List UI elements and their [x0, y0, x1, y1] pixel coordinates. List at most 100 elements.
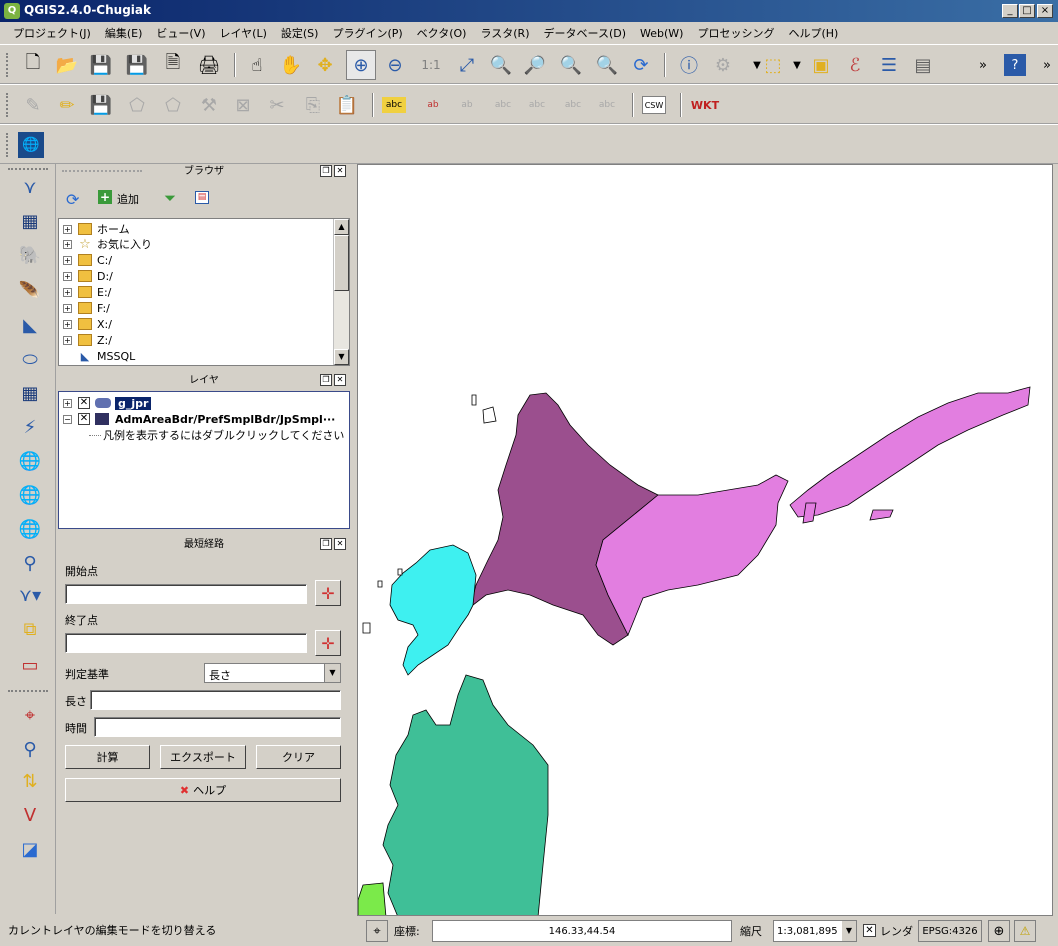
- browser-item[interactable]: ◣ MSSQL: [78, 348, 135, 364]
- menu-edit[interactable]: 編集(E): [98, 25, 150, 41]
- zoom-actual-icon[interactable]: 1:1: [416, 50, 446, 80]
- paste-features-icon[interactable]: 📋: [332, 90, 362, 120]
- menu-view[interactable]: ビュー(V): [149, 25, 212, 41]
- label-rotate-icon[interactable]: abc: [522, 90, 552, 120]
- menu-settings[interactable]: 設定(S): [274, 25, 326, 41]
- add-delimited-text-layer-icon[interactable]: ⚲: [12, 548, 48, 578]
- browser-item[interactable]: + F:/: [63, 300, 110, 316]
- pan-icon[interactable]: ✋: [276, 50, 306, 80]
- expand-icon[interactable]: +: [63, 398, 72, 408]
- heatmap-icon[interactable]: V: [12, 800, 48, 830]
- menu-project[interactable]: プロジェクト(J): [6, 25, 98, 41]
- add-spatialite-layer-icon[interactable]: 🪶: [12, 276, 48, 306]
- layer-visibility-checkbox[interactable]: ✕: [78, 413, 90, 425]
- close-panel-icon[interactable]: ✕: [334, 374, 346, 386]
- toggle-editing-icon[interactable]: ✏: [52, 90, 82, 120]
- current-edits-icon[interactable]: ✎: [18, 90, 48, 120]
- add-postgis-layer-icon[interactable]: 🐘: [12, 240, 48, 270]
- toolbar-grip[interactable]: [6, 53, 12, 77]
- zoom-next-icon[interactable]: 🔍: [592, 50, 622, 80]
- label-show-hide-icon[interactable]: ab: [452, 90, 482, 120]
- move-feature-icon[interactable]: ⬠: [158, 90, 188, 120]
- menu-raster[interactable]: ラスタ(R): [473, 25, 536, 41]
- save-as-icon[interactable]: 💾: [122, 50, 152, 80]
- expand-icon[interactable]: +: [63, 287, 72, 297]
- help-icon[interactable]: ?: [1004, 54, 1026, 76]
- refresh-icon[interactable]: ⟳: [66, 190, 79, 209]
- coordinate-capture-icon[interactable]: ⌖: [12, 700, 48, 730]
- scroll-down-icon[interactable]: ▼: [334, 349, 349, 365]
- label-pin-icon[interactable]: ab: [418, 90, 448, 120]
- add-wms-layer-icon[interactable]: ▦: [12, 378, 48, 408]
- browser-item[interactable]: + Z:/: [63, 332, 112, 348]
- new-project-icon[interactable]: 🗋: [18, 50, 48, 80]
- browser-item[interactable]: + E:/: [63, 284, 111, 300]
- panel-grip[interactable]: [62, 170, 142, 176]
- render-checkbox[interactable]: ✕: [863, 924, 876, 937]
- new-print-composer-icon[interactable]: 🗎: [158, 50, 188, 80]
- add-wfs2-layer-icon[interactable]: 🌐: [12, 514, 48, 544]
- expression-select-icon[interactable]: ℰ: [840, 50, 870, 80]
- layers-tree[interactable]: + ✕ g_jpr − ✕ AdmAreaBdr/PrefSmplBdr/JpS…: [58, 391, 350, 529]
- wkt-icon[interactable]: WKT: [690, 90, 720, 120]
- measure-icon[interactable]: ⚙: [708, 50, 738, 80]
- expand-icon[interactable]: +: [63, 224, 72, 234]
- length-field[interactable]: [90, 690, 341, 710]
- label-edit-icon[interactable]: abc: [592, 90, 622, 120]
- google-earth-icon[interactable]: 🌐: [18, 132, 44, 158]
- help-button[interactable]: ✖ ヘルプ: [65, 778, 341, 802]
- shortest-path-icon[interactable]: ⇅: [12, 766, 48, 796]
- zoom-out-icon[interactable]: ⊖: [380, 50, 410, 80]
- menu-database[interactable]: データベース(D): [537, 25, 634, 41]
- browser-item[interactable]: + D:/: [63, 268, 113, 284]
- chevron-down-icon[interactable]: ▼: [842, 921, 856, 941]
- menu-vector[interactable]: ベクタ(O): [410, 25, 474, 41]
- collapse-icon[interactable]: ▤: [195, 191, 209, 204]
- expand-icon[interactable]: +: [63, 303, 72, 313]
- map-canvas[interactable]: [357, 164, 1053, 916]
- delete-selected-icon[interactable]: ⊠: [228, 90, 258, 120]
- layer-visibility-checkbox[interactable]: ✕: [78, 397, 90, 409]
- identify-icon[interactable]: ⓘ: [674, 50, 704, 80]
- toolbar-grip[interactable]: [6, 93, 12, 117]
- menu-plugins[interactable]: プラグイン(P): [325, 25, 409, 41]
- add-wcs-layer-icon[interactable]: ⚡: [12, 412, 48, 442]
- crs-button[interactable]: EPSG:4326: [918, 920, 982, 942]
- overflow-icon[interactable]: »: [968, 50, 998, 80]
- close-panel-icon[interactable]: ✕: [334, 165, 346, 177]
- add-feature-icon[interactable]: ⬠: [122, 90, 152, 120]
- browser-item[interactable]: + ☆ お気に入り: [63, 236, 152, 252]
- new-shapefile-layer-icon[interactable]: ⋎▾: [12, 580, 48, 610]
- close-panel-icon[interactable]: ✕: [334, 538, 346, 550]
- overflow-icon-right[interactable]: »: [1032, 50, 1058, 80]
- georeferencer-icon[interactable]: ⚲: [12, 734, 48, 764]
- zoom-to-selection-icon[interactable]: 🔍: [486, 50, 516, 80]
- scroll-up-icon[interactable]: ▲: [334, 219, 349, 235]
- node-tool-icon[interactable]: ⚒: [194, 90, 224, 120]
- map-extent-icon[interactable]: ◪: [12, 834, 48, 864]
- pick-end-point-button[interactable]: ✛: [315, 630, 341, 656]
- browser-tree[interactable]: + ホーム + ☆ お気に入り + C:/ + D:/ + E:/ + F:/ + X:/ + Z…: [58, 218, 350, 366]
- zoom-full-icon[interactable]: ⤢: [452, 50, 482, 80]
- touch-zoom-icon[interactable]: ☝: [242, 50, 272, 80]
- expand-icon[interactable]: +: [63, 239, 72, 249]
- browser-scrollbar[interactable]: ▲ ▼: [333, 219, 349, 365]
- menu-web[interactable]: Web(W): [633, 27, 690, 40]
- scroll-thumb[interactable]: [334, 235, 349, 291]
- float-panel-icon[interactable]: ❐: [320, 538, 332, 550]
- layer-label[interactable]: AdmAreaBdr/PrefSmplBdr/JpSmpl···: [115, 413, 335, 426]
- new-spatialite-layer-icon[interactable]: ⧉: [12, 614, 48, 644]
- refresh-icon[interactable]: ⟳: [626, 50, 656, 80]
- zoom-in-icon[interactable]: ⊕: [346, 50, 376, 80]
- open-project-icon[interactable]: 📂: [52, 50, 82, 80]
- expand-icon[interactable]: +: [63, 335, 72, 345]
- label-move-icon[interactable]: abc: [488, 90, 518, 120]
- label-change-icon[interactable]: abc: [558, 90, 588, 120]
- end-point-field[interactable]: [65, 633, 307, 653]
- float-panel-icon[interactable]: ❐: [320, 374, 332, 386]
- toolbar-grip[interactable]: [8, 168, 48, 170]
- expand-icon[interactable]: +: [63, 271, 72, 281]
- minimize-button[interactable]: _: [1002, 4, 1018, 18]
- criterion-select[interactable]: 長さ ▼: [204, 663, 341, 683]
- coordinate-field[interactable]: 146.33,44.54: [432, 920, 732, 942]
